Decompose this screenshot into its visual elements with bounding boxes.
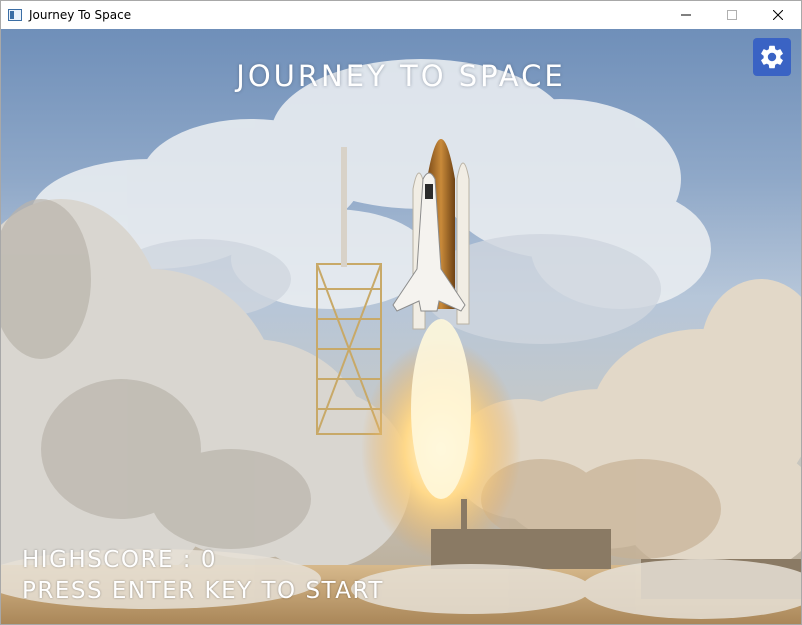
highscore-display: HIGHSCORE : 0: [22, 547, 217, 573]
shuttle-launch-background: [1, 59, 801, 624]
maximize-icon: [727, 10, 737, 20]
close-icon: [773, 10, 783, 20]
settings-button[interactable]: [753, 38, 791, 76]
app-window: Journey To Space JOURNEY TO SPACE HIGHSC…: [0, 0, 802, 625]
app-window-icon: [8, 9, 22, 21]
window-title: Journey To Space: [29, 8, 132, 22]
maximize-button[interactable]: [709, 1, 755, 29]
start-prompt: PRESS ENTER KEY TO START: [22, 578, 384, 604]
highscore-label: HIGHSCORE :: [22, 547, 193, 573]
title-bar[interactable]: Journey To Space: [1, 1, 801, 29]
window-controls: [663, 1, 801, 29]
game-title: JOURNEY TO SPACE: [236, 59, 566, 93]
gear-icon: [761, 45, 783, 69]
game-canvas[interactable]: JOURNEY TO SPACE HIGHSCORE : 0 PRESS ENT…: [1, 29, 801, 624]
minimize-icon: [681, 14, 691, 16]
highscore-value: 0: [200, 547, 217, 573]
close-button[interactable]: [755, 1, 801, 29]
minimize-button[interactable]: [663, 1, 709, 29]
